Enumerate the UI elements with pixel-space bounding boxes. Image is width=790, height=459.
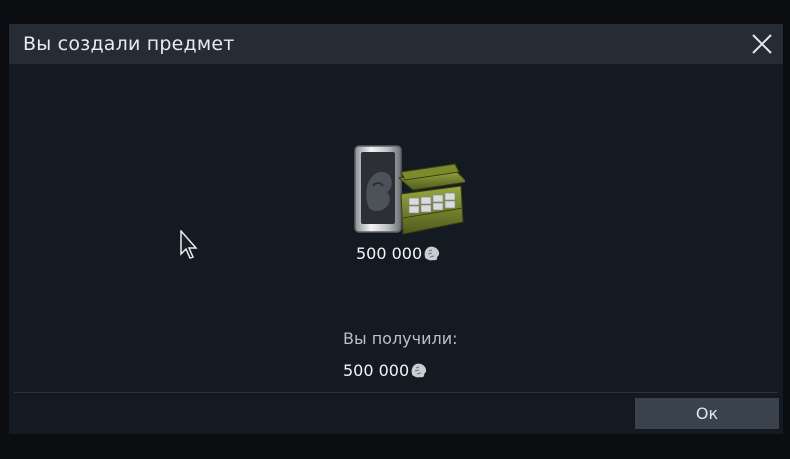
dialog-titlebar: Вы создали предмет — [9, 24, 783, 64]
crafted-item — [343, 142, 469, 242]
craft-result-dialog: Вы создали предмет 500 000 Вы получили: … — [9, 24, 783, 434]
close-icon — [752, 34, 772, 54]
item-amount-value: 500 000 — [356, 243, 423, 263]
silver-lion-crate-icon — [354, 145, 469, 235]
received-label: Вы получили: — [343, 329, 458, 348]
silver-lion-icon — [424, 246, 440, 261]
received-amount-value: 500 000 — [343, 360, 410, 380]
silver-lion-icon — [411, 363, 427, 378]
item-amount: 500 000 — [356, 242, 441, 264]
close-button[interactable] — [751, 33, 773, 55]
footer-divider — [14, 392, 778, 393]
received-amount: 500 000 — [343, 359, 428, 381]
dialog-title: Вы создали предмет — [23, 33, 235, 55]
mouse-cursor-icon — [180, 230, 198, 259]
ok-button[interactable]: Ок — [635, 398, 779, 429]
